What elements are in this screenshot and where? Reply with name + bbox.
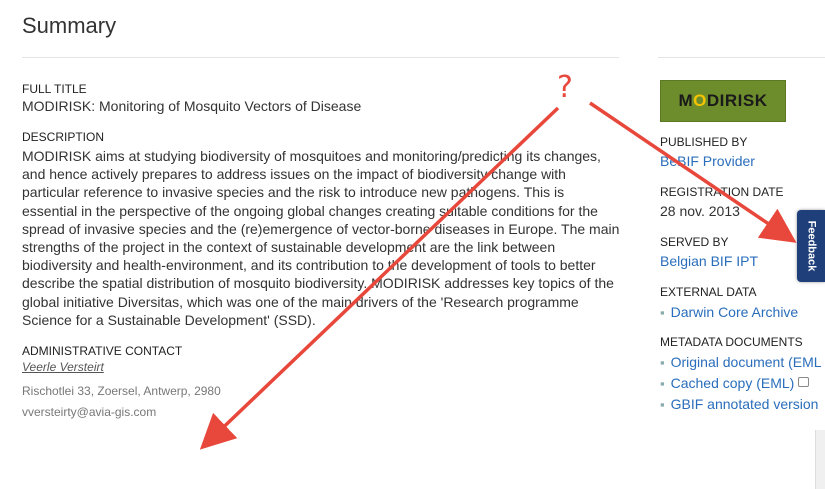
registration-date-label: REGISTRATION DATE (660, 185, 784, 199)
modirisk-logo: M O DIRISK (660, 80, 786, 122)
bullet-icon: ▪ (660, 305, 665, 320)
list-item[interactable]: ▪ Cached copy (EML) (660, 373, 825, 394)
bullet-icon: ▪ (660, 376, 665, 391)
original-document-link[interactable]: Original document (EML (671, 354, 822, 370)
contact-email: vversteirty@avia-gis.com (22, 405, 157, 420)
full-title-label: FULL TITLE (22, 82, 87, 96)
external-data-list: ▪ Darwin Core Archive (660, 302, 825, 323)
page-title: Summary (22, 13, 117, 38)
cached-copy-link[interactable]: Cached copy (EML) (671, 375, 795, 391)
gbif-annotated-link[interactable]: GBIF annotated version (671, 396, 819, 412)
list-item[interactable]: ▪ Original document (EML (660, 352, 825, 373)
divider (22, 57, 619, 58)
contact-name-link[interactable]: Veerle Versteirt (22, 360, 104, 374)
logo-text: M (678, 91, 694, 110)
published-by-label: PUBLISHED BY (660, 135, 748, 149)
metadata-documents-label: METADATA DOCUMENTS (660, 335, 803, 349)
contact-address: Rischotlei 33, Zoersel, Antwerp, 2980 (22, 384, 221, 399)
scrollbar[interactable] (815, 430, 825, 489)
external-data-link[interactable]: Darwin Core Archive (671, 304, 799, 320)
mosquito-icon: O (693, 91, 707, 110)
main-content: FULL TITLE MODIRISK: Monitoring of Mosqu… (22, 82, 622, 419)
external-data-label: EXTERNAL DATA (660, 285, 757, 299)
divider (658, 57, 825, 58)
comment-icon[interactable] (798, 377, 810, 387)
description-text: MODIRISK aims at studying biodiversity o… (22, 148, 620, 328)
full-title-value: MODIRISK: Monitoring of Mosquito Vectors… (22, 98, 362, 114)
feedback-tab[interactable]: Feedback (797, 210, 825, 282)
list-item[interactable]: ▪ GBIF annotated version (660, 394, 825, 415)
question-mark-annotation: ? (557, 70, 573, 105)
list-item[interactable]: ▪ Darwin Core Archive (660, 302, 825, 323)
feedback-label: Feedback (805, 220, 817, 272)
admin-contact-label: ADMINISTRATIVE CONTACT (22, 344, 183, 359)
logo-text: DIRISK (706, 91, 768, 110)
description-label: DESCRIPTION (22, 130, 105, 144)
bullet-icon: ▪ (660, 397, 665, 412)
metadata-documents-list: ▪ Original document (EML ▪ Cached copy (EM… (660, 352, 825, 415)
published-by-link[interactable]: BeBIF Provider (660, 152, 825, 170)
bullet-icon: ▪ (660, 355, 665, 370)
